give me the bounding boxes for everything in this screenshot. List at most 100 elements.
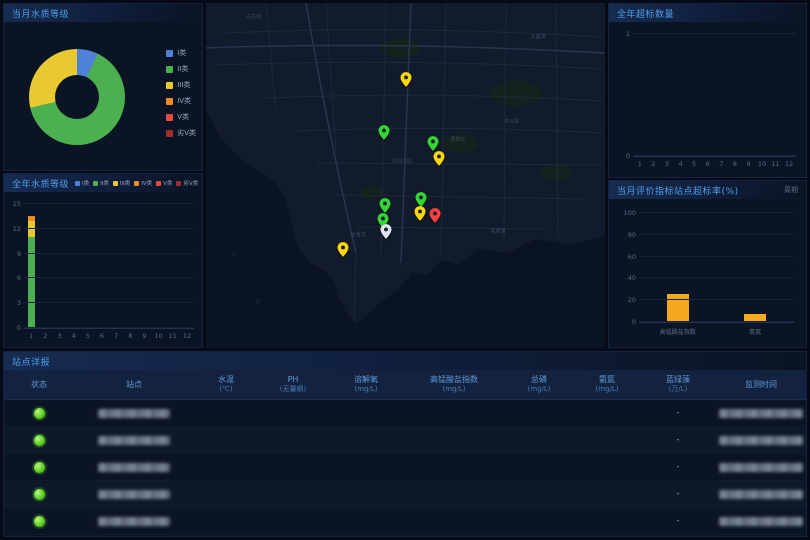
map-pin[interactable] bbox=[401, 72, 412, 91]
cell-tp bbox=[504, 481, 574, 507]
cell-nh3n bbox=[574, 481, 640, 507]
bar-month-12 bbox=[180, 204, 194, 328]
cell-do bbox=[328, 508, 404, 534]
x-tick: 9 bbox=[137, 332, 151, 342]
map[interactable]: 石花村大连湾中山区西岗区沙河口区星海湾老虎滩 bbox=[206, 3, 605, 348]
redacted-monitor-time bbox=[719, 409, 803, 418]
cell-temp bbox=[194, 400, 258, 426]
map-pin[interactable] bbox=[430, 208, 441, 227]
column-header-ph: PH(无量纲) bbox=[258, 375, 328, 394]
legend-swatch bbox=[166, 82, 173, 89]
map-pin[interactable] bbox=[381, 224, 392, 243]
bar-value bbox=[667, 294, 689, 322]
bar-氨氮 bbox=[717, 213, 795, 322]
table-row[interactable]: - bbox=[4, 508, 806, 535]
redacted-station-name bbox=[98, 463, 170, 472]
x-tick: 2 bbox=[38, 332, 52, 342]
x-tick: 氨氮 bbox=[717, 327, 795, 337]
legend-item-II类[interactable]: II类 bbox=[93, 179, 109, 187]
cell-station bbox=[74, 481, 194, 507]
x-tick: 6 bbox=[95, 332, 109, 342]
panel-header: 站点详报 bbox=[4, 352, 806, 370]
cell-temp bbox=[194, 481, 258, 507]
status-dot bbox=[34, 408, 45, 419]
dashboard: 当月水质等级 I类II类III类IV类V类劣V类 全年水质等级 I类II类III… bbox=[0, 0, 810, 540]
x-tick: 4 bbox=[674, 160, 688, 170]
cell-tp bbox=[504, 400, 574, 426]
map-pin[interactable] bbox=[434, 151, 445, 170]
legend-item-I类[interactable]: I类 bbox=[75, 179, 89, 187]
x-tick: 12 bbox=[782, 160, 796, 170]
month-grade-donut bbox=[29, 49, 125, 145]
legend-label: I类 bbox=[82, 179, 89, 187]
y-tick: 6 bbox=[17, 274, 21, 282]
x-tick: 10 bbox=[755, 160, 769, 170]
map-label: 星海湾 bbox=[350, 232, 365, 239]
cell-algae: - bbox=[640, 481, 716, 507]
legend-item-V类[interactable]: V类 bbox=[156, 179, 172, 187]
x-tick: 1 bbox=[633, 160, 647, 170]
x-tick: 7 bbox=[109, 332, 123, 342]
x-tick: 3 bbox=[52, 332, 66, 342]
redacted-monitor-time bbox=[719, 517, 803, 526]
table-row[interactable]: - bbox=[4, 481, 806, 508]
bar-month-9 bbox=[137, 204, 151, 328]
legend-item-I类[interactable]: I类 bbox=[166, 48, 196, 58]
legend-swatch bbox=[166, 98, 173, 105]
legend-item-III类[interactable]: III类 bbox=[166, 80, 196, 90]
legend-label: 劣V类 bbox=[183, 179, 198, 187]
gridline bbox=[639, 234, 794, 235]
gridline bbox=[24, 228, 194, 229]
map-pin[interactable] bbox=[379, 125, 390, 144]
panel-title: 全年超标数量 bbox=[617, 7, 674, 20]
legend-item-III类[interactable]: III类 bbox=[113, 179, 130, 187]
cell-codmn bbox=[404, 400, 504, 426]
x-tick: 9 bbox=[742, 160, 756, 170]
y-tick: 100 bbox=[624, 209, 636, 217]
redacted-station-name bbox=[98, 436, 170, 445]
year-grade-plot: 03691215 bbox=[24, 204, 194, 329]
y-tick: 1 bbox=[626, 30, 630, 38]
map-pin[interactable] bbox=[338, 242, 349, 261]
bar-month-4 bbox=[67, 204, 81, 328]
status-dot bbox=[34, 489, 45, 500]
cell-temp bbox=[194, 427, 258, 453]
legend-swatch bbox=[166, 66, 173, 73]
legend-item-IV类[interactable]: IV类 bbox=[134, 179, 152, 187]
cell-time bbox=[716, 400, 806, 426]
legend-item-IV类[interactable]: IV类 bbox=[166, 96, 196, 106]
x-tick: 5 bbox=[687, 160, 701, 170]
year-grade-bars bbox=[24, 204, 194, 328]
map-pin[interactable] bbox=[415, 206, 426, 225]
cell-time bbox=[716, 454, 806, 480]
legend-label: IV类 bbox=[141, 179, 152, 187]
legend-label: IV类 bbox=[177, 96, 191, 106]
status-dot bbox=[34, 516, 45, 527]
panel-header: 全年水质等级 I类II类III类IV类V类劣V类 bbox=[4, 174, 202, 192]
cell-ph bbox=[258, 427, 328, 453]
legend-item-II类[interactable]: II类 bbox=[166, 64, 196, 74]
legend-label: II类 bbox=[100, 179, 109, 187]
legend-label: 劣V类 bbox=[177, 128, 196, 138]
legend-item-劣V类[interactable]: 劣V类 bbox=[166, 128, 196, 138]
y-tick: 0 bbox=[17, 324, 21, 332]
x-tick: 12 bbox=[180, 332, 194, 342]
cell-tp bbox=[504, 454, 574, 480]
map-label: 老虎滩 bbox=[490, 228, 505, 235]
table-row[interactable]: - bbox=[4, 454, 806, 481]
table-row[interactable]: - bbox=[4, 427, 806, 454]
x-tick: 11 bbox=[166, 332, 180, 342]
gridline bbox=[633, 155, 796, 156]
legend-item-劣V类[interactable]: 劣V类 bbox=[176, 179, 198, 187]
table-row[interactable]: - bbox=[4, 400, 806, 427]
x-tick: 11 bbox=[769, 160, 783, 170]
period-selector[interactable]: 周期 bbox=[784, 185, 798, 195]
redacted-station-name bbox=[98, 490, 170, 499]
legend-swatch bbox=[113, 181, 118, 186]
panel-station-table: 站点详报 状态站点水温(℃)PH(无量纲)溶解氧(mg/L)高锰酸盐指数(mg/… bbox=[3, 351, 807, 537]
map-island bbox=[255, 298, 261, 304]
bar-month-2 bbox=[38, 204, 52, 328]
status-dot bbox=[34, 435, 45, 446]
legend-item-V类[interactable]: V类 bbox=[166, 112, 196, 122]
cell-nh3n bbox=[574, 400, 640, 426]
